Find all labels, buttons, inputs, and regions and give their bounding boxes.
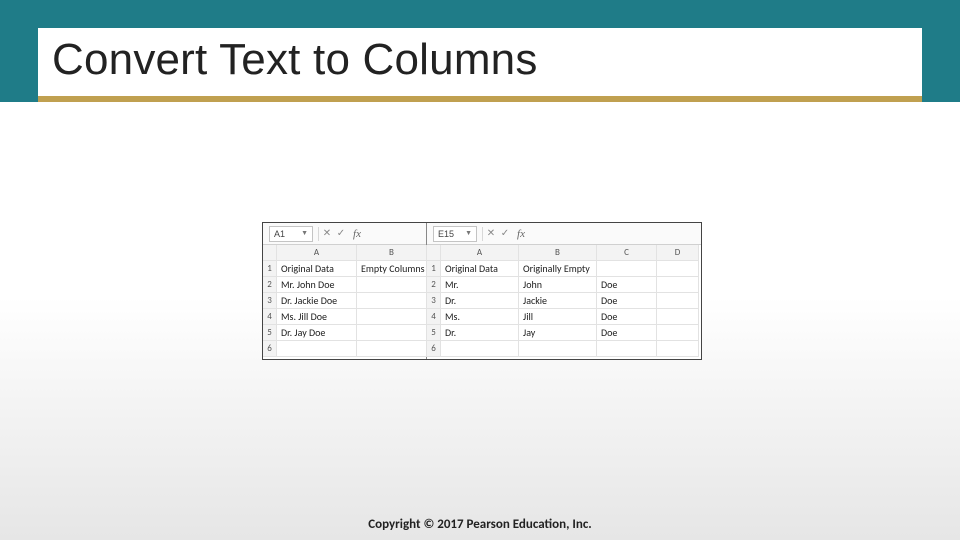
col-header[interactable]: A xyxy=(441,245,519,261)
cell[interactable] xyxy=(357,277,427,293)
cell[interactable] xyxy=(357,341,427,357)
cell[interactable] xyxy=(657,325,699,341)
cell[interactable]: Doe xyxy=(597,293,657,309)
cancel-icon[interactable]: ✕ xyxy=(320,228,334,239)
cancel-icon[interactable]: ✕ xyxy=(484,228,498,239)
fx-icon[interactable]: fx xyxy=(350,228,364,240)
cell[interactable] xyxy=(657,309,699,325)
col-header[interactable]: C xyxy=(597,245,657,261)
excel-comparison: A1 ▼ ✕ ✓ fx A B 1 Original Data Empty Co… xyxy=(262,222,702,360)
fx-icon[interactable]: fx xyxy=(514,228,528,240)
select-all-corner[interactable] xyxy=(427,245,441,261)
copyright-footer: Copyright © 2017 Pearson Education, Inc. xyxy=(0,517,960,532)
cell[interactable] xyxy=(357,309,427,325)
slide-title: Convert Text to Columns xyxy=(38,28,922,96)
cell[interactable] xyxy=(277,341,357,357)
enter-icon[interactable]: ✓ xyxy=(334,228,348,239)
cell[interactable]: Originally Empty xyxy=(519,261,597,277)
cell[interactable]: Jay xyxy=(519,325,597,341)
cell[interactable] xyxy=(597,341,657,357)
name-box-left[interactable]: A1 ▼ xyxy=(269,226,313,242)
cell[interactable]: John xyxy=(519,277,597,293)
grid-left: A B 1 Original Data Empty Columns 2 Mr. … xyxy=(263,245,426,357)
cell[interactable]: Dr. xyxy=(441,325,519,341)
name-box-right[interactable]: E15 ▼ xyxy=(433,226,477,242)
separator xyxy=(482,227,483,241)
cell[interactable]: Jill xyxy=(519,309,597,325)
cell[interactable] xyxy=(519,341,597,357)
row-header[interactable]: 4 xyxy=(263,309,277,325)
row-header[interactable]: 5 xyxy=(263,325,277,341)
name-box-value: A1 xyxy=(274,229,285,239)
grid-right: A B C D 1 Original Data Originally Empty… xyxy=(427,245,701,357)
cell[interactable] xyxy=(357,325,427,341)
cell[interactable]: Mr. xyxy=(441,277,519,293)
cell[interactable]: Jackie xyxy=(519,293,597,309)
cell[interactable]: Dr. xyxy=(441,293,519,309)
formula-bar-right: E15 ▼ ✕ ✓ fx xyxy=(427,223,701,245)
cell[interactable]: Doe xyxy=(597,325,657,341)
cell[interactable] xyxy=(357,293,427,309)
cell[interactable] xyxy=(441,341,519,357)
dropdown-icon: ▼ xyxy=(301,230,308,237)
row-header[interactable]: 2 xyxy=(427,277,441,293)
row-header[interactable]: 2 xyxy=(263,277,277,293)
cell[interactable]: Doe xyxy=(597,277,657,293)
formula-bar-left: A1 ▼ ✕ ✓ fx xyxy=(263,223,426,245)
col-header[interactable]: B xyxy=(357,245,427,261)
row-header[interactable]: 3 xyxy=(263,293,277,309)
cell[interactable] xyxy=(657,293,699,309)
row-header[interactable]: 1 xyxy=(427,261,441,277)
col-header[interactable]: A xyxy=(277,245,357,261)
row-header[interactable]: 4 xyxy=(427,309,441,325)
row-header[interactable]: 6 xyxy=(427,341,441,357)
cell[interactable] xyxy=(657,261,699,277)
cell[interactable]: Dr. Jay Doe xyxy=(277,325,357,341)
row-header[interactable]: 5 xyxy=(427,325,441,341)
row-header[interactable]: 3 xyxy=(427,293,441,309)
spreadsheet-before: A1 ▼ ✕ ✓ fx A B 1 Original Data Empty Co… xyxy=(263,223,427,359)
cell[interactable]: Mr. John Doe xyxy=(277,277,357,293)
cell[interactable]: Dr. Jackie Doe xyxy=(277,293,357,309)
enter-icon[interactable]: ✓ xyxy=(498,228,512,239)
col-header[interactable]: B xyxy=(519,245,597,261)
cell[interactable]: Doe xyxy=(597,309,657,325)
cell[interactable]: Original Data xyxy=(277,261,357,277)
cell[interactable] xyxy=(657,277,699,293)
row-header[interactable]: 6 xyxy=(263,341,277,357)
accent-rule xyxy=(38,96,922,102)
name-box-value: E15 xyxy=(438,229,454,239)
separator xyxy=(318,227,319,241)
cell[interactable]: Empty Columns xyxy=(357,261,427,277)
row-header[interactable]: 1 xyxy=(263,261,277,277)
cell[interactable]: Ms. Jill Doe xyxy=(277,309,357,325)
cell[interactable] xyxy=(657,341,699,357)
cell[interactable] xyxy=(597,261,657,277)
spreadsheet-after: E15 ▼ ✕ ✓ fx A B C D 1 Original Data Ori… xyxy=(427,223,701,359)
select-all-corner[interactable] xyxy=(263,245,277,261)
cell[interactable]: Ms. xyxy=(441,309,519,325)
col-header[interactable]: D xyxy=(657,245,699,261)
dropdown-icon: ▼ xyxy=(465,230,472,237)
cell[interactable]: Original Data xyxy=(441,261,519,277)
